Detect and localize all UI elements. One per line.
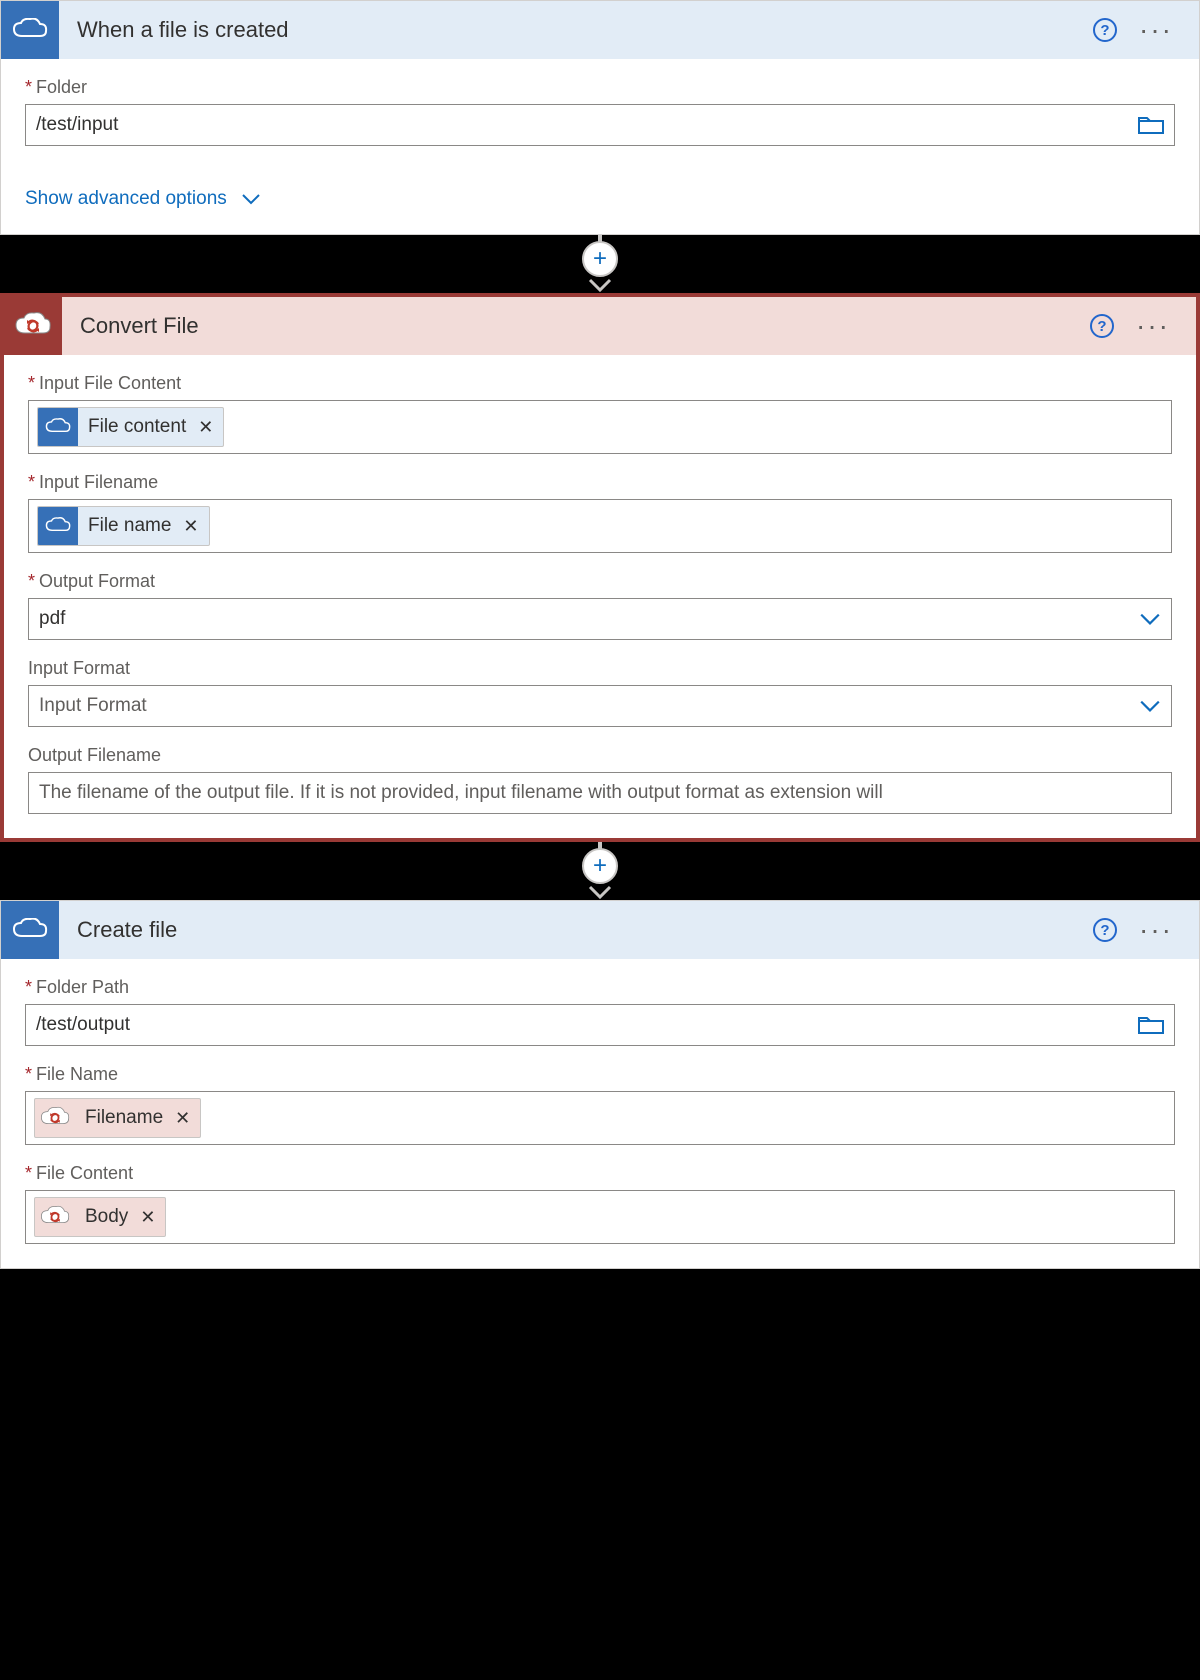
card-header[interactable]: When a file is created ? ···: [1, 1, 1199, 59]
input-format-select[interactable]: Input Format: [28, 685, 1172, 727]
token-label: Filename: [75, 1107, 173, 1129]
field-label: Output Filename: [28, 745, 1172, 766]
folder-picker-icon[interactable]: [1130, 1015, 1164, 1035]
token-remove-icon[interactable]: ✕: [196, 417, 223, 438]
field-label: *File Content: [25, 1163, 1175, 1184]
onedrive-icon: [38, 407, 78, 447]
help-icon[interactable]: ?: [1093, 918, 1117, 942]
output-filename-placeholder: The filename of the output file. If it i…: [39, 782, 1161, 804]
cloudmersive-icon: [35, 1098, 75, 1138]
token-label: File name: [78, 515, 181, 537]
field-output-filename: Output Filename The filename of the outp…: [28, 745, 1172, 814]
field-file-content: *File Content Body ✕: [25, 1163, 1175, 1244]
chevron-down-icon: [241, 193, 261, 205]
card-body: *Folder /test/input Show advanced option…: [1, 59, 1199, 234]
help-icon[interactable]: ?: [1093, 18, 1117, 42]
file-name-input[interactable]: Filename ✕: [25, 1091, 1175, 1145]
folder-picker-icon[interactable]: [1130, 115, 1164, 135]
field-label: *Output Format: [28, 571, 1172, 592]
output-format-select[interactable]: pdf: [28, 598, 1172, 640]
field-folder: *Folder /test/input: [25, 77, 1175, 146]
field-label: Input Format: [28, 658, 1172, 679]
add-step-button[interactable]: +: [582, 241, 618, 277]
folder-value: /test/input: [36, 114, 1130, 136]
token-remove-icon[interactable]: ✕: [173, 1108, 200, 1129]
field-label: *Input Filename: [28, 472, 1172, 493]
folder-input[interactable]: /test/input: [25, 104, 1175, 146]
field-label: *Input File Content: [28, 373, 1172, 394]
chevron-down-icon: [1131, 612, 1161, 626]
add-step-button[interactable]: +: [582, 848, 618, 884]
onedrive-icon: [38, 506, 78, 546]
token-label: Body: [75, 1206, 138, 1228]
token-file-name[interactable]: File name ✕: [37, 506, 210, 546]
cloudmersive-icon: [35, 1197, 75, 1237]
file-content-input[interactable]: Body ✕: [25, 1190, 1175, 1244]
field-folder-path: *Folder Path /test/output: [25, 977, 1175, 1046]
more-icon[interactable]: ···: [1133, 23, 1179, 37]
field-label: *Folder Path: [25, 977, 1175, 998]
field-label: *Folder: [25, 77, 1175, 98]
arrow-down-icon: [586, 278, 614, 294]
cloudmersive-icon: [4, 297, 62, 355]
field-input-format: Input Format Input Format: [28, 658, 1172, 727]
token-filename[interactable]: Filename ✕: [34, 1098, 201, 1138]
output-format-value: pdf: [39, 608, 1131, 630]
help-icon[interactable]: ?: [1090, 314, 1114, 338]
step-when-file-created: When a file is created ? ··· *Folder /te…: [0, 0, 1200, 235]
card-title: Create file: [59, 917, 1093, 943]
arrow-down-icon: [586, 885, 614, 901]
input-file-content-input[interactable]: File content ✕: [28, 400, 1172, 454]
field-file-name: *File Name Filename ✕: [25, 1064, 1175, 1145]
onedrive-icon: [1, 901, 59, 959]
token-body[interactable]: Body ✕: [34, 1197, 166, 1237]
token-label: File content: [78, 416, 196, 438]
connector: +: [0, 842, 1200, 900]
advanced-label: Show advanced options: [25, 188, 227, 210]
input-format-placeholder: Input Format: [39, 695, 1131, 717]
card-header[interactable]: Convert File ? ···: [4, 297, 1196, 355]
token-file-content[interactable]: File content ✕: [37, 407, 224, 447]
field-input-file-content: *Input File Content File content ✕: [28, 373, 1172, 454]
field-output-format: *Output Format pdf: [28, 571, 1172, 640]
field-label: *File Name: [25, 1064, 1175, 1085]
input-filename-input[interactable]: File name ✕: [28, 499, 1172, 553]
step-create-file: Create file ? ··· *Folder Path /test/out…: [0, 900, 1200, 1269]
field-input-filename: *Input Filename File name ✕: [28, 472, 1172, 553]
show-advanced-options-link[interactable]: Show advanced options: [25, 188, 261, 210]
folder-path-input[interactable]: /test/output: [25, 1004, 1175, 1046]
card-header[interactable]: Create file ? ···: [1, 901, 1199, 959]
chevron-down-icon: [1131, 699, 1161, 713]
step-convert-file: Convert File ? ··· *Input File Content F…: [0, 293, 1200, 842]
more-icon[interactable]: ···: [1130, 319, 1176, 333]
onedrive-icon: [1, 1, 59, 59]
folder-path-value: /test/output: [36, 1014, 1130, 1036]
more-icon[interactable]: ···: [1133, 923, 1179, 937]
output-filename-input[interactable]: The filename of the output file. If it i…: [28, 772, 1172, 814]
card-body: *Input File Content File content ✕ *Inpu…: [4, 355, 1196, 838]
card-body: *Folder Path /test/output *File Name: [1, 959, 1199, 1268]
card-title: When a file is created: [59, 17, 1093, 43]
connector: +: [0, 235, 1200, 293]
card-title: Convert File: [62, 313, 1090, 339]
token-remove-icon[interactable]: ✕: [181, 516, 208, 537]
token-remove-icon[interactable]: ✕: [138, 1207, 165, 1228]
